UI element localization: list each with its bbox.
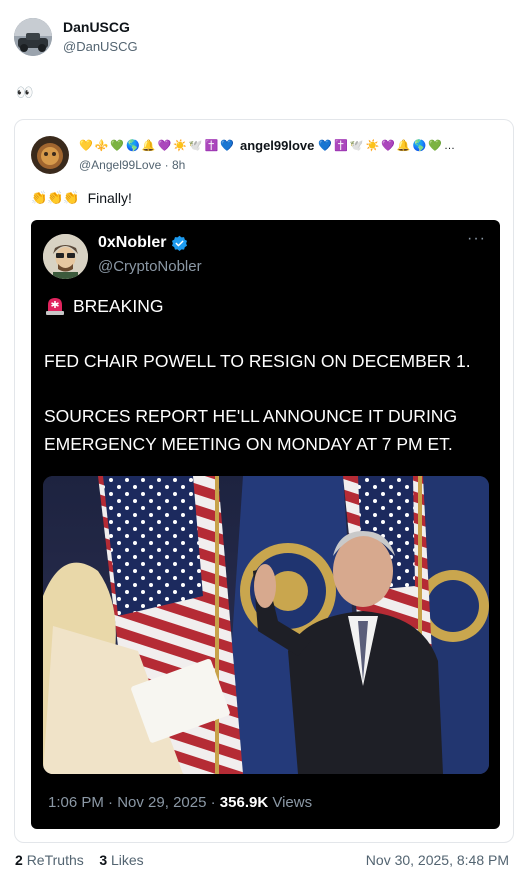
screenshot-views-count: 356.9K bbox=[219, 794, 269, 811]
author-display-name[interactable]: DanUSCG bbox=[63, 19, 138, 36]
embedded-tweet-screenshot[interactable]: 0xNobler @CryptoNobler ··· BREAKING FED … bbox=[31, 220, 500, 829]
breaking-line: BREAKING bbox=[44, 293, 163, 320]
verified-badge-icon bbox=[171, 235, 188, 252]
news-photo bbox=[43, 476, 489, 774]
retruths-count: 2 bbox=[15, 852, 23, 868]
siren-icon bbox=[44, 294, 66, 316]
quoted-post-card[interactable]: 💛⚜️💚🌎🔔💜☀️🕊️✝️💙 angel99love 💙✝️🕊️☀️💜🔔🌎💚… … bbox=[14, 119, 514, 843]
more-options-icon: ··· bbox=[467, 230, 486, 247]
headline-line-2: SOURCES REPORT HE'LL ANNOUNCE IT DURING bbox=[44, 406, 458, 426]
screenshot-author-display-name: 0xNobler bbox=[98, 234, 167, 251]
post-text: 👀 bbox=[16, 84, 34, 100]
screenshot-author-avatar bbox=[43, 234, 88, 279]
quoted-author-handle[interactable]: @Angel99Love bbox=[79, 158, 161, 172]
quoted-post-time: 8h bbox=[171, 158, 186, 172]
quoted-author-name-row[interactable]: 💛⚜️💚🌎🔔💜☀️🕊️✝️💙 angel99love 💙✝️🕊️☀️💜🔔🌎💚… bbox=[79, 138, 457, 153]
post-timestamp: Nov 30, 2025, 8:48 PM bbox=[365, 852, 509, 868]
screenshot-author-name: 0xNobler bbox=[98, 234, 188, 252]
quoted-author-avatar[interactable] bbox=[31, 136, 69, 174]
quoted-post-body: Finally! bbox=[87, 190, 132, 206]
meta-separator: · bbox=[108, 794, 118, 811]
emoji-decoration-left: 💛⚜️💚🌎🔔💜☀️🕊️✝️💙 bbox=[79, 140, 236, 152]
likes-label: Likes bbox=[111, 852, 144, 868]
quoted-author-meta: @Angel99Love · 8h bbox=[79, 158, 185, 172]
screenshot-author-handle: @CryptoNobler bbox=[98, 258, 202, 275]
meta-separator: · bbox=[210, 794, 220, 811]
post-author[interactable]: DanUSCG @DanUSCG bbox=[14, 18, 138, 56]
post-footer: 2 ReTruths 3 Likes Nov 30, 2025, 8:48 PM bbox=[15, 852, 515, 868]
likes-stat[interactable]: 3 Likes bbox=[99, 852, 143, 868]
clap-emojis: 👏👏👏 bbox=[31, 190, 80, 205]
breaking-text: BREAKING bbox=[73, 296, 164, 316]
headline-line-1: FED CHAIR POWELL TO RESIGN ON DECEMBER 1… bbox=[44, 351, 471, 371]
quoted-post-text: 👏👏👏 Finally! bbox=[31, 190, 132, 206]
retruths-label: ReTruths bbox=[26, 852, 84, 868]
screenshot-views-label: Views bbox=[272, 794, 313, 811]
headline-line-3: EMERGENCY MEETING ON MONDAY AT 7 PM ET. bbox=[44, 434, 453, 454]
likes-count: 3 bbox=[99, 852, 108, 868]
quoted-author-name[interactable]: angel99love bbox=[240, 138, 314, 153]
screenshot-date: Nov 29, 2025 bbox=[117, 794, 207, 811]
retruths-stat[interactable]: 2 ReTruths bbox=[15, 852, 84, 868]
meta-separator: · bbox=[164, 158, 172, 172]
emoji-decoration-right: 💙✝️🕊️☀️💜🔔🌎💚… bbox=[318, 140, 457, 152]
screenshot-meta: 1:06 PM · Nov 29, 2025 · 356.9K Views bbox=[48, 794, 312, 811]
author-avatar[interactable] bbox=[14, 18, 52, 56]
author-handle[interactable]: @DanUSCG bbox=[63, 38, 138, 55]
screenshot-time: 1:06 PM bbox=[48, 794, 104, 811]
